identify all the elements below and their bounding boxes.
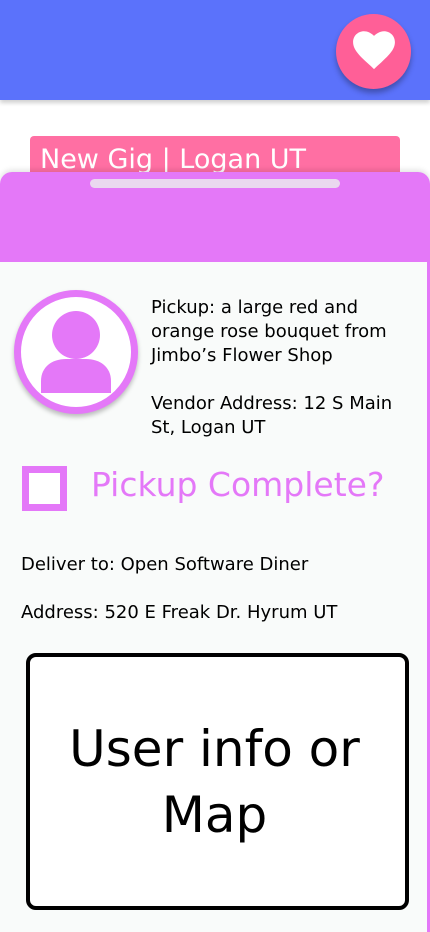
favorite-button[interactable] xyxy=(336,14,411,89)
heart-icon xyxy=(352,30,396,74)
drag-handle[interactable] xyxy=(90,179,340,188)
user-info-map-panel[interactable]: User info or Map xyxy=(26,653,409,910)
avatar xyxy=(14,290,138,414)
top-app-bar xyxy=(0,0,430,100)
pickup-complete-checkbox[interactable] xyxy=(22,466,67,511)
delivery-address-text: Address: 520 E Freak Dr. Hyrum UT xyxy=(21,602,338,623)
vendor-address: Vendor Address: 12 S Main St, Logan UT xyxy=(151,393,393,438)
deliver-to-text: Deliver to: Open Software Diner xyxy=(21,554,309,575)
sheet-header xyxy=(0,172,430,262)
gig-detail-sheet: Pickup: a large red and orange rose bouq… xyxy=(0,172,430,932)
gig-title: New Gig | Logan UT xyxy=(40,144,307,175)
pickup-description: Pickup: a large red and orange rose bouq… xyxy=(151,297,387,366)
pickup-complete-label[interactable]: Pickup Complete? xyxy=(91,465,385,504)
info-placeholder-text: User info or Map xyxy=(69,719,360,844)
